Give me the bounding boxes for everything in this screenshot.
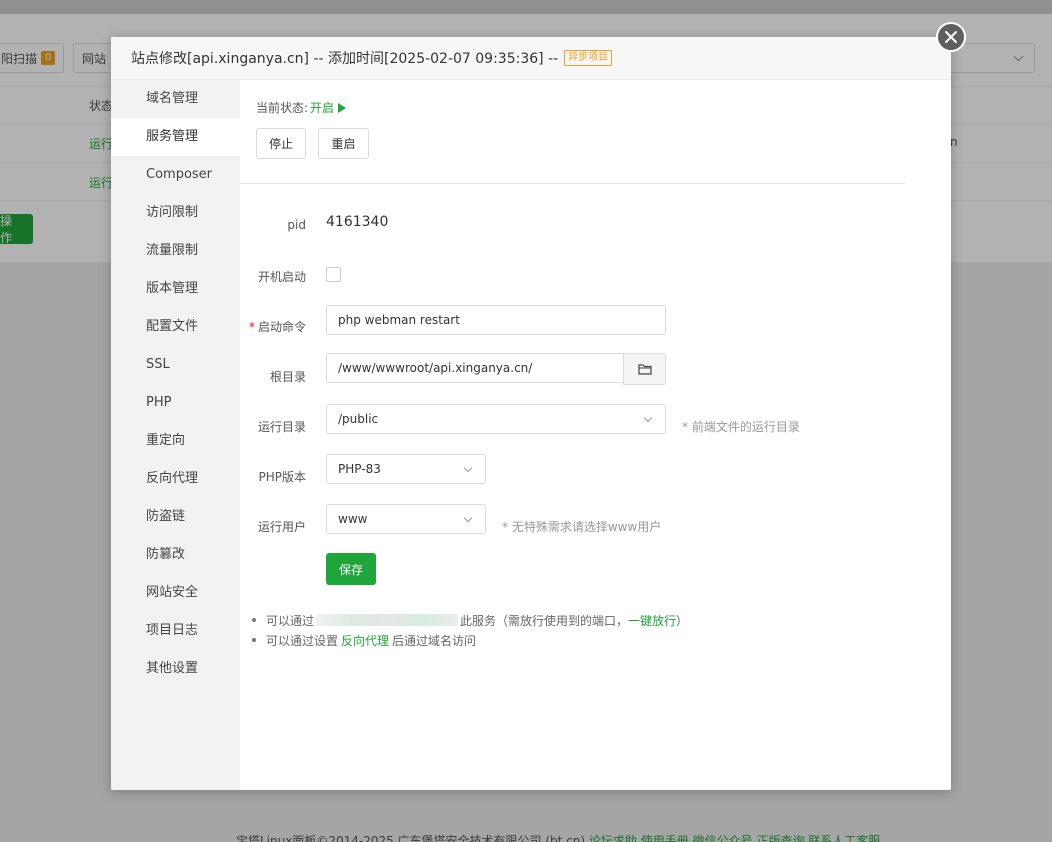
run-dir-hint: * 前端文件的运行目录 [682,420,800,434]
async-project-tag: 异步项目 [564,50,613,66]
start-command-label: * 启动命令 [240,318,306,335]
sidebar-item-domain[interactable]: 域名管理 [111,80,240,118]
tip-item: 可以通过 此服务（需放行使用到的端口， 一键放行 ） [252,610,688,630]
run-dir-label: 运行目录 [257,420,306,434]
sidebar-item-service[interactable]: 服务管理 [111,118,240,156]
close-icon [945,31,957,43]
pid-label: pid [287,218,306,232]
php-version-select[interactable]: PHP-83 [326,454,486,484]
run-dir-select[interactable]: /public [326,404,666,434]
sidebar-item-composer[interactable]: Composer [111,156,240,194]
chevron-down-icon [463,513,473,523]
chevron-down-icon [643,413,653,423]
php-version-label: PHP版本 [258,470,307,484]
bullet-icon [252,638,256,642]
tip1-suffix: ） [676,613,689,628]
tip2-suffix: 后通过域名访问 [392,633,477,648]
save-button[interactable]: 保存 [326,553,376,585]
sidebar-item-traffic-limit[interactable]: 流量限制 [111,232,240,270]
one-click-allow-link[interactable]: 一键放行 [628,612,676,629]
root-dir-input[interactable]: /www/wwwroot/api.xinganya.cn/ [326,353,624,383]
pid-value: 4161340 [326,214,389,230]
redacted-address [316,614,459,626]
tip1-middle: 此服务（需放行使用到的端口， [460,613,629,628]
autostart-label: 开机启动 [257,270,306,284]
run-user-hint: * 无特殊需求请选择www用户 [502,520,662,534]
browse-folder-button[interactable] [623,353,666,385]
service-management-panel: 当前状态: 开启 停止 重启 pid 4161340 开机启动 * 启动命令 ph… [240,80,951,790]
section-divider [240,183,905,184]
modal-header: 站点修改[api.xinganya.cn] -- 添加时间[2025-02-07… [111,37,951,80]
required-asterisk: * [248,320,255,334]
sidebar-item-tamper-proof[interactable]: 防篡改 [111,536,240,574]
sidebar-item-version[interactable]: 版本管理 [111,270,240,308]
run-user-select[interactable]: www [326,504,486,534]
sidebar-item-ssl[interactable]: SSL [111,346,240,384]
reverse-proxy-link[interactable]: 反向代理 [341,632,389,649]
tip2-prefix: 可以通过设置 [266,633,339,648]
tip1-prefix: 可以通过 [266,613,315,628]
sidebar-item-config-file[interactable]: 配置文件 [111,308,240,346]
start-command-input[interactable]: php webman restart [326,305,666,335]
restart-button[interactable]: 重启 [318,128,369,159]
root-dir-label: 根目录 [269,370,306,384]
sidebar-item-reverse-proxy[interactable]: 反向代理 [111,460,240,498]
run-user-value: www [338,512,368,526]
sidebar-item-access-limit[interactable]: 访问限制 [111,194,240,232]
sidebar-item-php[interactable]: PHP [111,384,240,422]
close-modal-button[interactable] [936,22,966,52]
status-value: 开启 [310,101,335,115]
site-edit-modal: 站点修改[api.xinganya.cn] -- 添加时间[2025-02-07… [111,37,951,790]
sidebar-item-site-security[interactable]: 网站安全 [111,574,240,612]
status-label: 当前状态: [256,101,309,115]
tip-item: 可以通过设置 反向代理 后通过域名访问 [252,630,688,650]
service-status: 当前状态: 开启 [256,99,347,116]
php-version-value: PHP-83 [338,462,381,476]
run-dir-value: /public [338,412,379,426]
play-icon [338,102,347,113]
bullet-icon [252,618,256,622]
chevron-down-icon [463,463,473,473]
modal-title: 站点修改[api.xinganya.cn] -- 添加时间[2025-02-07… [131,51,559,67]
sidebar-item-other-settings[interactable]: 其他设置 [111,650,240,688]
sidebar-item-redirect[interactable]: 重定向 [111,422,240,460]
folder-icon [637,364,652,375]
settings-sidebar: 域名管理 服务管理 Composer 访问限制 流量限制 版本管理 配置文件 S… [111,80,240,790]
autostart-checkbox[interactable] [326,267,341,282]
run-user-label: 运行用户 [257,520,306,534]
start-command-label-text: 启动命令 [257,320,306,334]
sidebar-item-hotlink[interactable]: 防盗链 [111,498,240,536]
sidebar-item-project-log[interactable]: 项目日志 [111,612,240,650]
stop-button[interactable]: 停止 [256,128,306,159]
tips-list: 可以通过 此服务（需放行使用到的端口， 一键放行 ） 可以通过设置 反向代理 后… [252,610,688,650]
